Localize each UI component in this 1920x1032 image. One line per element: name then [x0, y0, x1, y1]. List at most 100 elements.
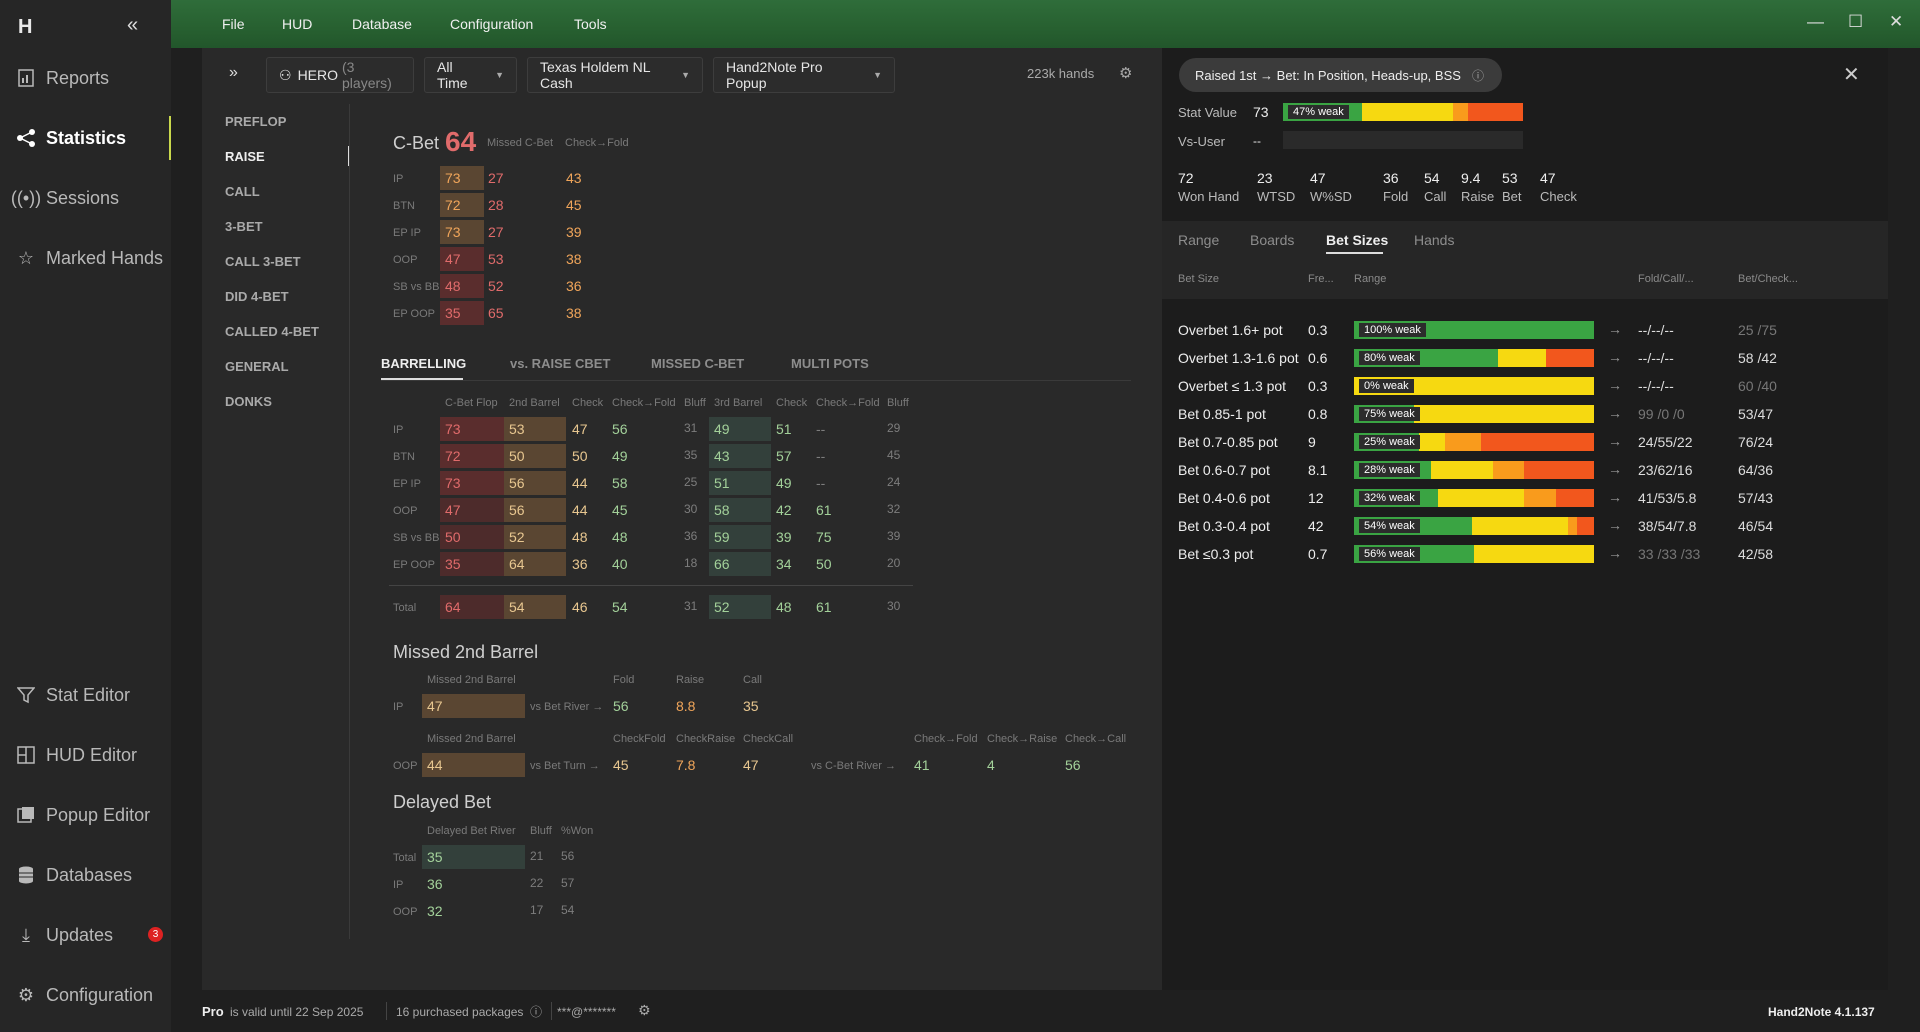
- barrel-cell[interactable]: 52: [509, 529, 525, 545]
- barrel-cell[interactable]: 44: [572, 475, 588, 491]
- missed2-call-value[interactable]: 35: [743, 698, 759, 714]
- barrel-cell[interactable]: 40: [612, 556, 628, 572]
- fold-call-raise[interactable]: 99 /0 /0: [1638, 406, 1685, 422]
- barrel-cell[interactable]: 73: [445, 421, 461, 437]
- barrel-cell[interactable]: 75: [816, 529, 832, 545]
- nav-item-stat-editor[interactable]: Stat Editor: [0, 671, 171, 719]
- summary-stat-value[interactable]: 9.4: [1461, 170, 1480, 186]
- nav-item-sessions[interactable]: ((•)) Sessions: [0, 174, 171, 222]
- barrel-cell[interactable]: 18: [684, 556, 697, 570]
- barrel-cell[interactable]: 43: [714, 448, 730, 464]
- cbet-row-checkfold[interactable]: 38: [566, 251, 582, 267]
- category-3bet[interactable]: 3-BET: [225, 219, 263, 234]
- barrel-cell[interactable]: --: [816, 448, 825, 464]
- info-icon[interactable]: ⓘ: [1472, 67, 1484, 84]
- barrel-cell[interactable]: 39: [887, 529, 900, 543]
- barrel-cell[interactable]: 48: [776, 599, 792, 615]
- barrel-cell[interactable]: 50: [572, 448, 588, 464]
- missed2-raise-value[interactable]: 8.8: [676, 698, 695, 714]
- cbet-row-checkfold[interactable]: 38: [566, 305, 582, 321]
- delayed-row-value[interactable]: 32: [427, 903, 443, 919]
- cbet-row-checkfold[interactable]: 45: [566, 197, 582, 213]
- bet-check[interactable]: 53/47: [1738, 406, 1773, 422]
- delayed-row-won[interactable]: 57: [561, 876, 574, 890]
- nav-item-databases[interactable]: Databases: [0, 851, 171, 899]
- cbet-row-value[interactable]: 73: [445, 224, 461, 240]
- summary-stat-value[interactable]: 47: [1310, 170, 1326, 186]
- category-preflop[interactable]: PREFLOP: [225, 114, 286, 129]
- cbet-row-missed[interactable]: 52: [488, 278, 504, 294]
- cbet-row-checkfold[interactable]: 39: [566, 224, 582, 240]
- summary-stat-value[interactable]: 53: [1502, 170, 1518, 186]
- barrel-cell[interactable]: 72: [445, 448, 461, 464]
- cbet-row-value[interactable]: 73: [445, 170, 461, 186]
- category-call[interactable]: CALL: [225, 184, 260, 199]
- barrel-cell[interactable]: 50: [816, 556, 832, 572]
- category-general[interactable]: GENERAL: [225, 359, 289, 374]
- barrel-cell[interactable]: 56: [509, 475, 525, 491]
- tab-vs-raise-cbet[interactable]: vs. RAISE CBET: [510, 356, 610, 371]
- cbet-row-checkfold[interactable]: 43: [566, 170, 582, 186]
- barrel-cell[interactable]: 35: [445, 556, 461, 572]
- cbet-row-value[interactable]: 48: [445, 278, 461, 294]
- missed2-oop-value[interactable]: 44: [427, 757, 443, 773]
- cbet-row-value[interactable]: 72: [445, 197, 461, 213]
- cbet-row-missed[interactable]: 27: [488, 224, 504, 240]
- nav-item-statistics[interactable]: Statistics: [0, 114, 171, 162]
- barrel-cell[interactable]: 30: [887, 599, 900, 613]
- barrel-cell[interactable]: 39: [776, 529, 792, 545]
- popup-selector-dropdown[interactable]: Hand2Note Pro Popup ▼: [713, 57, 895, 93]
- maximize-icon[interactable]: ☐: [1848, 12, 1863, 32]
- nav-item-reports[interactable]: Reports: [0, 54, 171, 102]
- nav-item-updates[interactable]: ⤓ Updates 3: [0, 911, 171, 959]
- fold-call-raise[interactable]: 24/55/22: [1638, 434, 1693, 450]
- barrel-cell[interactable]: 61: [816, 599, 832, 615]
- summary-stat-value[interactable]: 72: [1178, 170, 1194, 186]
- check-call-value[interactable]: 56: [1065, 757, 1081, 773]
- barrel-cell[interactable]: --: [816, 475, 825, 491]
- account-gear-icon[interactable]: ⚙: [638, 1002, 651, 1019]
- barrel-cell[interactable]: 56: [612, 421, 628, 437]
- barrel-cell[interactable]: 49: [776, 475, 792, 491]
- summary-stat-value[interactable]: 47: [1540, 170, 1556, 186]
- category-called-4bet[interactable]: CALLED 4-BET: [225, 324, 319, 339]
- menu-hud[interactable]: HUD: [282, 16, 312, 32]
- barrel-cell[interactable]: 34: [776, 556, 792, 572]
- barrel-cell[interactable]: 29: [887, 421, 900, 435]
- delayed-row-won[interactable]: 56: [561, 849, 574, 863]
- barrel-cell[interactable]: 56: [509, 502, 525, 518]
- cbet-row-missed[interactable]: 28: [488, 197, 504, 213]
- game-filter-dropdown[interactable]: Texas Holdem NL Cash ▼: [527, 57, 703, 93]
- bet-check[interactable]: 64/36: [1738, 462, 1773, 478]
- barrel-cell[interactable]: 73: [445, 475, 461, 491]
- summary-stat-value[interactable]: 36: [1383, 170, 1399, 186]
- fold-call-raise[interactable]: --/--/--: [1638, 350, 1674, 366]
- missed2-fold-value[interactable]: 56: [613, 698, 629, 714]
- nav-item-popup-editor[interactable]: Popup Editor: [0, 791, 171, 839]
- barrel-cell[interactable]: 64: [445, 599, 461, 615]
- barrel-cell[interactable]: 24: [887, 475, 900, 489]
- barrel-cell[interactable]: 51: [776, 421, 792, 437]
- check-raise-value[interactable]: 4: [987, 757, 995, 773]
- barrel-cell[interactable]: 49: [714, 421, 730, 437]
- cbet-row-missed[interactable]: 65: [488, 305, 504, 321]
- category-did-4bet[interactable]: DID 4-BET: [225, 289, 289, 304]
- delayed-row-won[interactable]: 54: [561, 903, 574, 917]
- menu-database[interactable]: Database: [352, 16, 412, 32]
- fold-call-raise[interactable]: 41/53/5.8: [1638, 490, 1696, 506]
- fold-call-raise[interactable]: 33 /33 /33: [1638, 546, 1700, 562]
- checkcall-value[interactable]: 47: [743, 757, 759, 773]
- category-call-3bet[interactable]: CALL 3-BET: [225, 254, 301, 269]
- tab-barrelling[interactable]: BARRELLING: [381, 356, 466, 371]
- summary-stat-value[interactable]: 54: [1424, 170, 1440, 186]
- time-filter-dropdown[interactable]: All Time ▼: [424, 57, 517, 93]
- barrel-cell[interactable]: 66: [714, 556, 730, 572]
- barrel-cell[interactable]: 45: [887, 448, 900, 462]
- barrel-cell[interactable]: 54: [509, 599, 525, 615]
- bet-check[interactable]: 57/43: [1738, 490, 1773, 506]
- barrel-cell[interactable]: 61: [816, 502, 832, 518]
- barrel-cell[interactable]: 50: [509, 448, 525, 464]
- fold-call-raise[interactable]: 38/54/7.8: [1638, 518, 1696, 534]
- cbet-row-missed[interactable]: 53: [488, 251, 504, 267]
- bet-check[interactable]: 46/54: [1738, 518, 1773, 534]
